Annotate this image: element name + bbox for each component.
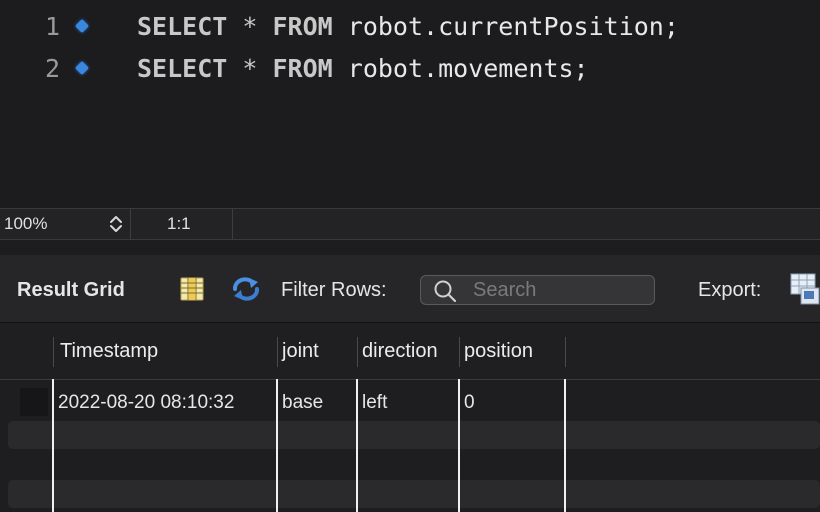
column-divider[interactable] (565, 337, 566, 367)
sql-statement[interactable]: SELECT * FROM robot.currentPosition; (137, 7, 679, 47)
breakpoint-marker-icon[interactable] (74, 60, 90, 76)
filter-rows-label: Filter Rows: (281, 279, 387, 301)
column-header-position[interactable]: position (464, 336, 533, 366)
export-label: Export: (698, 279, 762, 301)
column-divider[interactable] (459, 337, 460, 367)
zoom-stepper-icon[interactable] (104, 213, 128, 235)
column-border (458, 379, 460, 512)
result-grid-label: Result Grid (17, 279, 125, 301)
line-number: 2 (44, 54, 60, 83)
column-border (52, 379, 54, 512)
export-icon[interactable] (789, 272, 820, 306)
search-input[interactable] (473, 278, 643, 302)
table-row-stripe (8, 480, 820, 508)
result-grid[interactable]: Timestamp joint direction position 2022-… (0, 323, 820, 512)
sql-target: robot.currentPosition; (347, 12, 679, 41)
grid-header: Timestamp joint direction position (0, 323, 820, 380)
result-toolbar: Result Grid Filter Rows: Exp (0, 255, 820, 323)
sql-keyword: FROM (272, 54, 333, 83)
grid-layout-icon[interactable] (180, 277, 204, 301)
column-divider[interactable] (53, 337, 54, 367)
column-header-direction[interactable]: direction (362, 336, 438, 366)
breakpoint-marker-icon[interactable] (74, 18, 90, 34)
code-line-1[interactable]: 1 SELECT * FROM robot.currentPosition; (0, 7, 820, 47)
line-number: 1 (44, 12, 60, 41)
row-selector[interactable] (20, 388, 48, 416)
table-row-stripe (8, 421, 820, 449)
column-header-timestamp[interactable]: Timestamp (60, 336, 158, 366)
column-header-joint[interactable]: joint (282, 336, 319, 366)
editor-status-bar: 100% 1:1 (0, 208, 820, 240)
sql-keyword: SELECT (137, 12, 228, 41)
sql-operator: * (242, 54, 258, 83)
zoom-level: 100% (4, 214, 48, 233)
column-divider[interactable] (277, 337, 278, 367)
sql-keyword: SELECT (137, 54, 228, 83)
sql-target: robot.movements; (347, 54, 589, 83)
sql-keyword: FROM (272, 12, 333, 41)
code-line-2[interactable]: 2 SELECT * FROM robot.movements; (0, 49, 820, 89)
search-box[interactable] (420, 275, 655, 305)
cell-joint[interactable]: base (282, 389, 323, 417)
panel-gap (0, 240, 820, 255)
column-border (276, 379, 278, 512)
column-border (564, 379, 566, 512)
sql-statement[interactable]: SELECT * FROM robot.movements; (137, 49, 589, 89)
sql-operator: * (242, 12, 258, 41)
status-divider (232, 209, 233, 239)
sql-editor[interactable]: 1 SELECT * FROM robot.currentPosition; 2… (0, 0, 820, 208)
cell-direction[interactable]: left (362, 389, 387, 417)
cursor-position: 1:1 (167, 214, 191, 233)
status-divider (130, 209, 131, 239)
refresh-icon[interactable] (230, 276, 262, 302)
column-border (356, 379, 358, 512)
cell-position[interactable]: 0 (464, 389, 475, 417)
column-divider[interactable] (357, 337, 358, 367)
search-icon (433, 279, 457, 303)
cell-timestamp[interactable]: 2022-08-20 08:10:32 (58, 389, 234, 417)
